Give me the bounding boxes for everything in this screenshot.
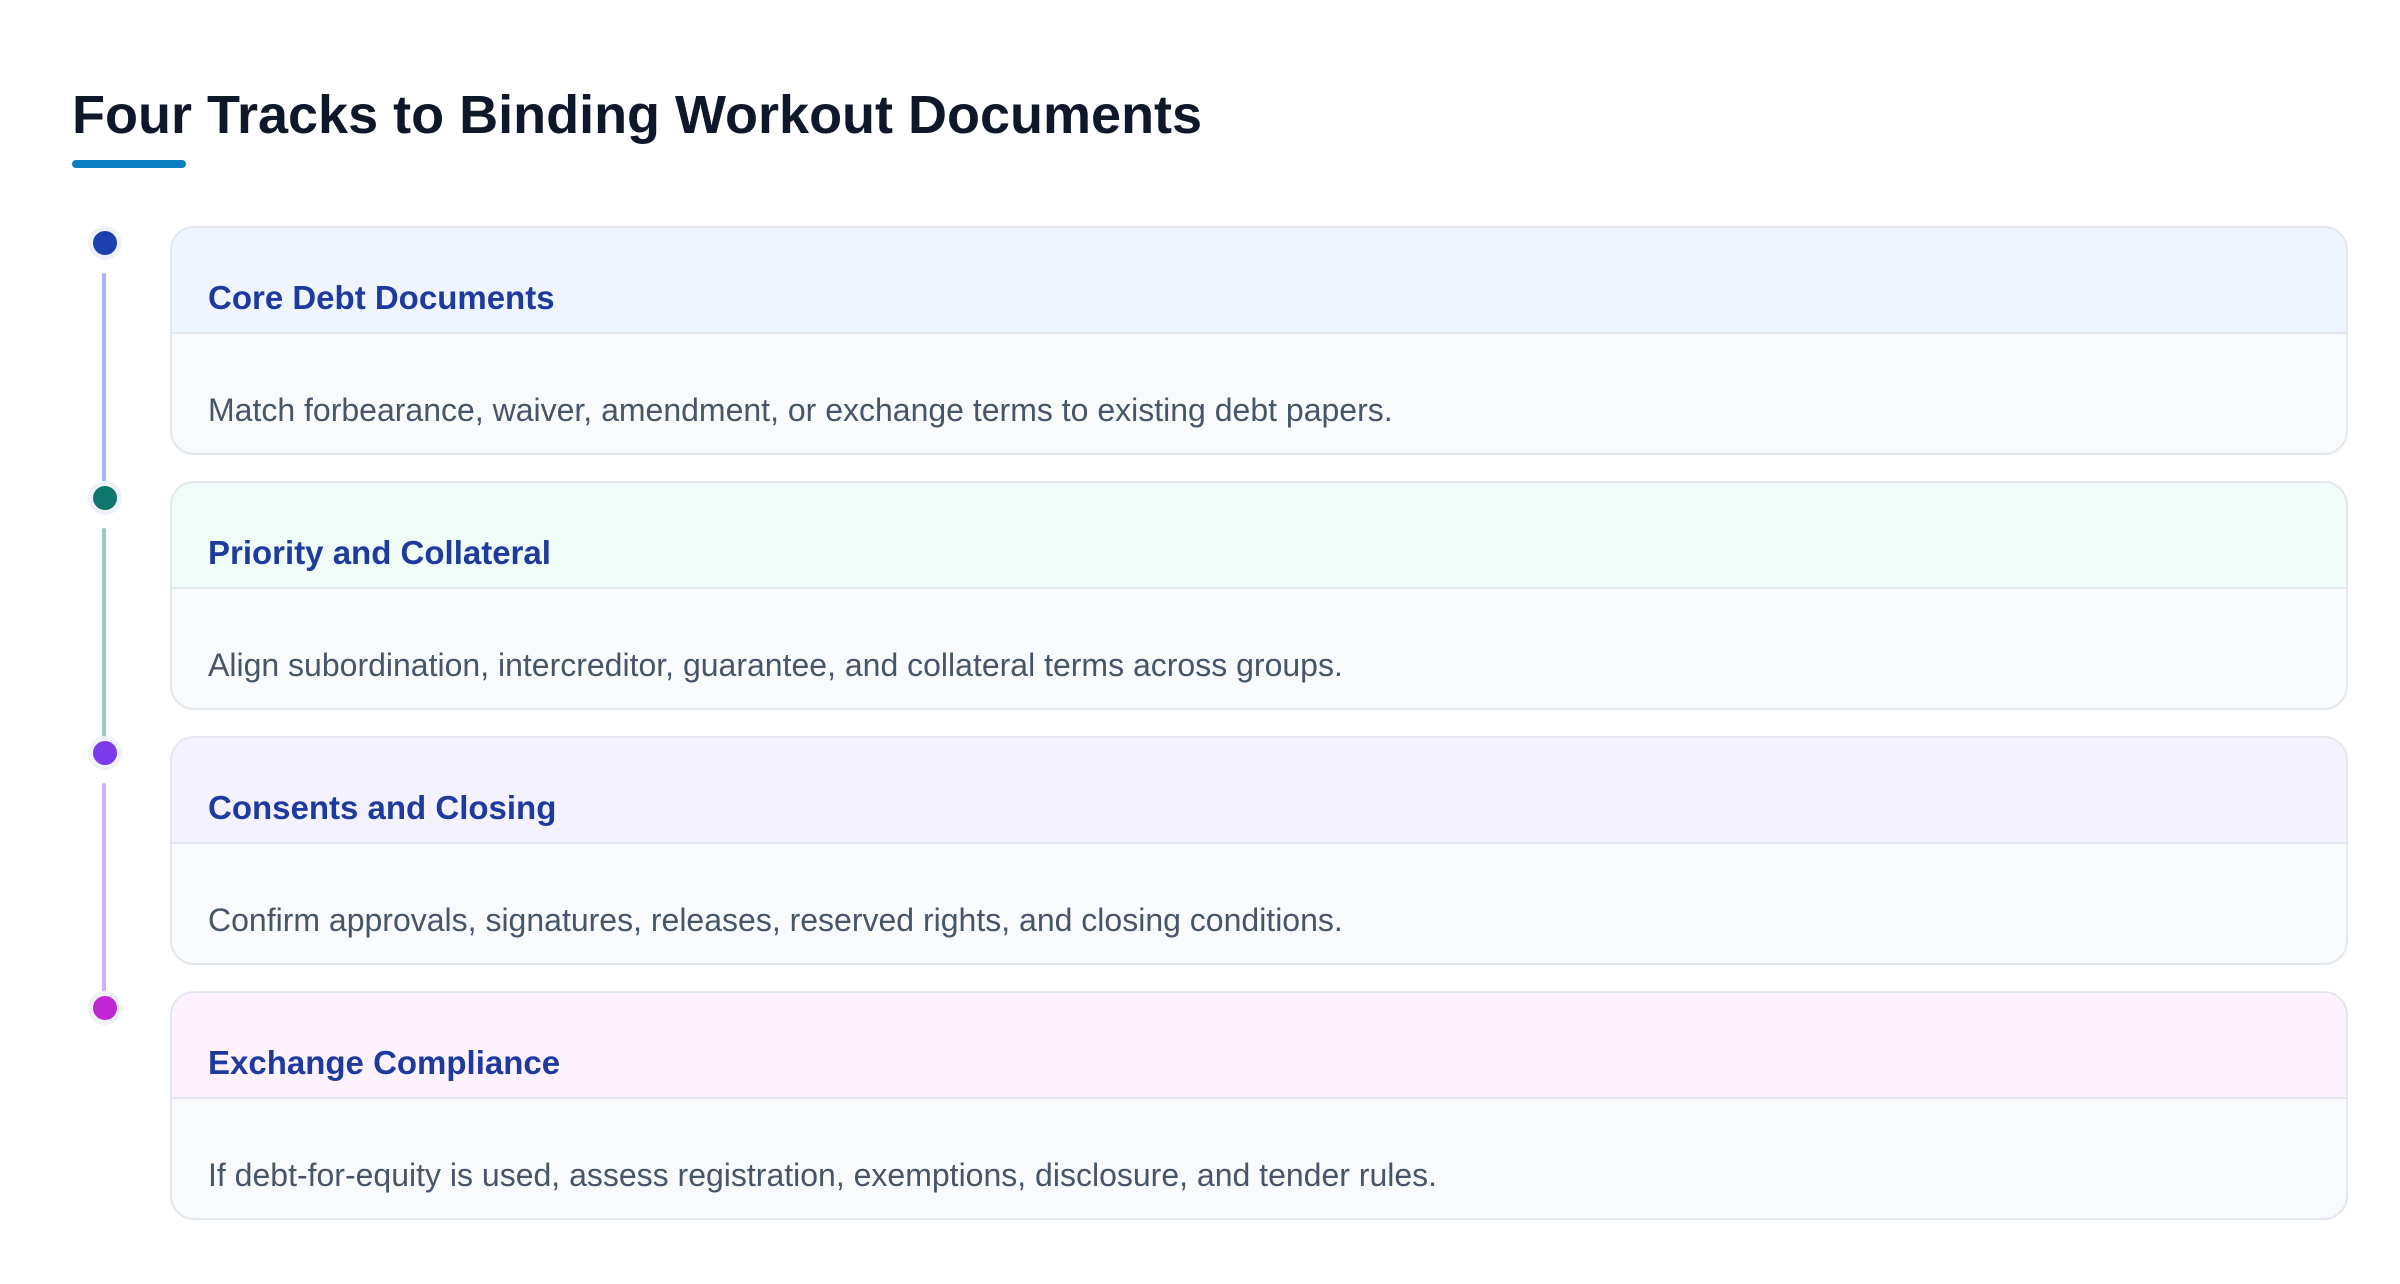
track-title: Priority and Collateral (208, 534, 551, 571)
page: Four Tracks to Binding Workout Documents… (0, 0, 2400, 1284)
timeline-dot (88, 991, 122, 1025)
timeline-dot (88, 481, 122, 515)
track-card-header: Core Debt Documents (172, 228, 2346, 334)
timeline-item-priority-collateral: Priority and Collateral Align subordinat… (0, 481, 2400, 738)
track-card: Priority and Collateral Align subordinat… (170, 481, 2348, 710)
timeline: Core Debt Documents Match forbearance, w… (0, 0, 2400, 1284)
track-card-header: Consents and Closing (172, 738, 2346, 844)
track-description: Match forbearance, waiver, amendment, or… (208, 392, 1393, 428)
track-card: Core Debt Documents Match forbearance, w… (170, 226, 2348, 455)
track-title: Exchange Compliance (208, 1044, 561, 1081)
timeline-item-core-debt: Core Debt Documents Match forbearance, w… (0, 226, 2400, 483)
track-card-header: Exchange Compliance (172, 993, 2346, 1099)
track-description: Confirm approvals, signatures, releases,… (208, 902, 1343, 938)
timeline-connector (102, 783, 106, 993)
timeline-dot (88, 226, 122, 260)
timeline-item-consents-closing: Consents and Closing Confirm approvals, … (0, 736, 2400, 993)
track-card-header: Priority and Collateral (172, 483, 2346, 589)
timeline-dot (88, 736, 122, 770)
track-card: Exchange Compliance If debt-for-equity i… (170, 991, 2348, 1220)
track-card: Consents and Closing Confirm approvals, … (170, 736, 2348, 965)
track-description: Align subordination, intercreditor, guar… (208, 647, 1343, 683)
track-title: Consents and Closing (208, 789, 557, 826)
timeline-item-exchange-compliance: Exchange Compliance If debt-for-equity i… (0, 991, 2400, 1221)
timeline-connector (102, 528, 106, 738)
track-description: If debt-for-equity is used, assess regis… (208, 1157, 1438, 1193)
track-title: Core Debt Documents (208, 279, 555, 316)
timeline-connector (102, 273, 106, 483)
